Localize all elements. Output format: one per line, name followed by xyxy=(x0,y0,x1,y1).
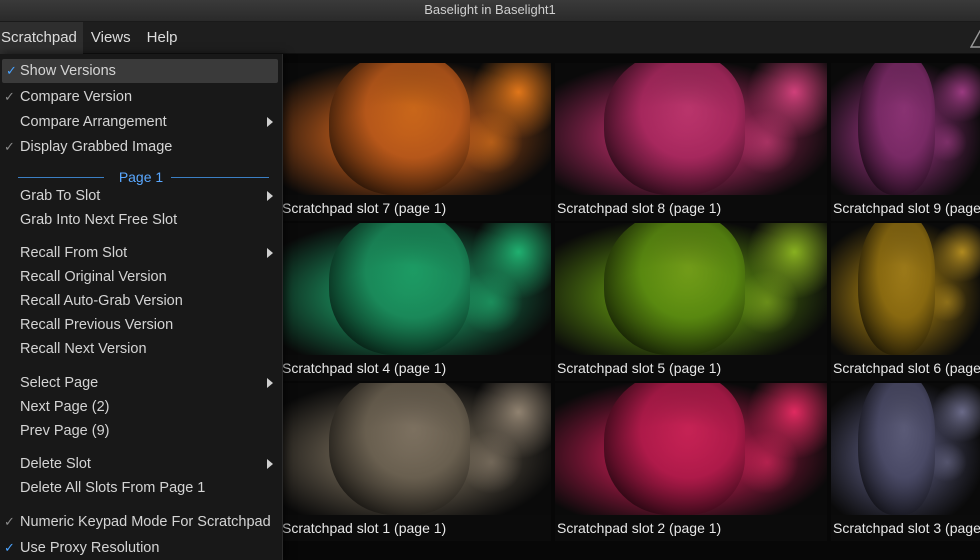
scratchpad-slot-2[interactable]: Scratchpad slot 2 (page 1) xyxy=(555,383,827,541)
menu-item-compare-version[interactable]: ✓ Compare Version xyxy=(0,85,282,109)
scratchpad-viewer: Scratchpad slot 7 (page 1) Scratchpad sl… xyxy=(280,54,980,560)
checkmark-icon: ✓ xyxy=(4,540,15,555)
portrait-silhouette xyxy=(603,63,746,195)
checkmark-icon: ✓ xyxy=(4,514,15,529)
menu-item-recall-original-version[interactable]: Recall Original Version xyxy=(0,265,282,289)
menu-views[interactable]: Views xyxy=(83,22,139,54)
slot-thumbnail xyxy=(280,223,551,355)
menu-item-recall-next-version[interactable]: Recall Next Version xyxy=(0,337,282,361)
portrait-silhouette xyxy=(328,63,470,195)
menu-bar: Scratchpad Views Help xyxy=(0,21,980,54)
scratchpad-slot-3[interactable]: Scratchpad slot 3 (page 1) xyxy=(831,383,980,541)
divider xyxy=(171,177,269,178)
submenu-arrow-icon xyxy=(267,191,273,201)
submenu-arrow-icon xyxy=(267,117,273,127)
warning-icon xyxy=(970,30,980,48)
portrait-silhouette xyxy=(328,383,470,515)
portrait-silhouette xyxy=(603,383,746,515)
scratchpad-slot-9[interactable]: Scratchpad slot 9 (page 1) xyxy=(831,63,980,221)
menu-item-display-grabbed-image[interactable]: ✓ Display Grabbed Image xyxy=(0,135,282,159)
menu-item-grab-into-next-free-slot[interactable]: Grab Into Next Free Slot xyxy=(0,208,282,232)
menu-item-use-proxy-resolution[interactable]: ✓ Use Proxy Resolution xyxy=(0,536,282,560)
menu-item-numeric-keypad-mode[interactable]: ✓ Numeric Keypad Mode For Scratchpad xyxy=(0,510,282,534)
slot-caption: Scratchpad slot 5 (page 1) xyxy=(555,355,827,381)
scratchpad-slot-7[interactable]: Scratchpad slot 7 (page 1) xyxy=(280,63,551,221)
slot-caption: Scratchpad slot 6 (page 1) xyxy=(831,355,980,381)
slot-thumbnail xyxy=(831,63,980,195)
menu-item-next-page[interactable]: Next Page (2) xyxy=(0,395,282,419)
slot-caption: Scratchpad slot 2 (page 1) xyxy=(555,515,827,541)
submenu-arrow-icon xyxy=(267,378,273,388)
slot-caption: Scratchpad slot 4 (page 1) xyxy=(280,355,551,381)
menu-item-grab-to-slot[interactable]: Grab To Slot xyxy=(0,184,282,208)
portrait-silhouette xyxy=(857,63,936,195)
scratchpad-slot-5[interactable]: Scratchpad slot 5 (page 1) xyxy=(555,223,827,381)
slot-thumbnail xyxy=(555,63,827,195)
portrait-silhouette xyxy=(603,223,746,355)
checkmark-icon: ✓ xyxy=(6,63,17,78)
scratchpad-slot-1[interactable]: Scratchpad slot 1 (page 1) xyxy=(280,383,551,541)
menu-item-recall-from-slot[interactable]: Recall From Slot xyxy=(0,241,282,265)
menu-item-compare-arrangement[interactable]: Compare Arrangement xyxy=(0,110,282,134)
checkmark-icon: ✓ xyxy=(4,139,15,154)
menu-item-prev-page[interactable]: Prev Page (9) xyxy=(0,419,282,443)
menu-help[interactable]: Help xyxy=(139,22,186,54)
portrait-silhouette xyxy=(857,383,936,515)
slot-thumbnail xyxy=(555,223,827,355)
slot-caption: Scratchpad slot 7 (page 1) xyxy=(280,195,551,221)
slot-thumbnail xyxy=(831,223,980,355)
menu-scratchpad[interactable]: Scratchpad xyxy=(0,21,83,54)
menu-item-delete-all-slots[interactable]: Delete All Slots From Page 1 xyxy=(0,476,282,500)
portrait-silhouette xyxy=(857,223,936,355)
slot-caption: Scratchpad slot 3 (page 1) xyxy=(831,515,980,541)
scratchpad-slot-4[interactable]: Scratchpad slot 4 (page 1) xyxy=(280,223,551,381)
slot-thumbnail xyxy=(831,383,980,515)
slot-caption: Scratchpad slot 9 (page 1) xyxy=(831,195,980,221)
submenu-arrow-icon xyxy=(267,459,273,469)
menu-item-recall-previous-version[interactable]: Recall Previous Version xyxy=(0,313,282,337)
submenu-arrow-icon xyxy=(267,248,273,258)
menu-item-show-versions[interactable]: ✓ Show Versions xyxy=(2,59,278,83)
menu-item-recall-auto-grab-version[interactable]: Recall Auto-Grab Version xyxy=(0,289,282,313)
slot-caption: Scratchpad slot 8 (page 1) xyxy=(555,195,827,221)
menu-item-delete-slot[interactable]: Delete Slot xyxy=(0,452,282,476)
checkmark-icon: ✓ xyxy=(4,89,15,104)
scratchpad-slot-6[interactable]: Scratchpad slot 6 (page 1) xyxy=(831,223,980,381)
slot-thumbnail xyxy=(555,383,827,515)
slot-thumbnail xyxy=(280,63,551,195)
scratchpad-menu-dropdown: ✓ Show Versions ✓ Compare Version Compar… xyxy=(0,54,283,560)
window-title: Baselight in Baselight1 xyxy=(424,2,556,17)
slot-thumbnail xyxy=(280,383,551,515)
slot-caption: Scratchpad slot 1 (page 1) xyxy=(280,515,551,541)
scratchpad-slot-8[interactable]: Scratchpad slot 8 (page 1) xyxy=(555,63,827,221)
menu-item-select-page[interactable]: Select Page xyxy=(0,371,282,395)
window-titlebar: Baselight in Baselight1 xyxy=(0,0,980,22)
portrait-silhouette xyxy=(328,223,470,355)
